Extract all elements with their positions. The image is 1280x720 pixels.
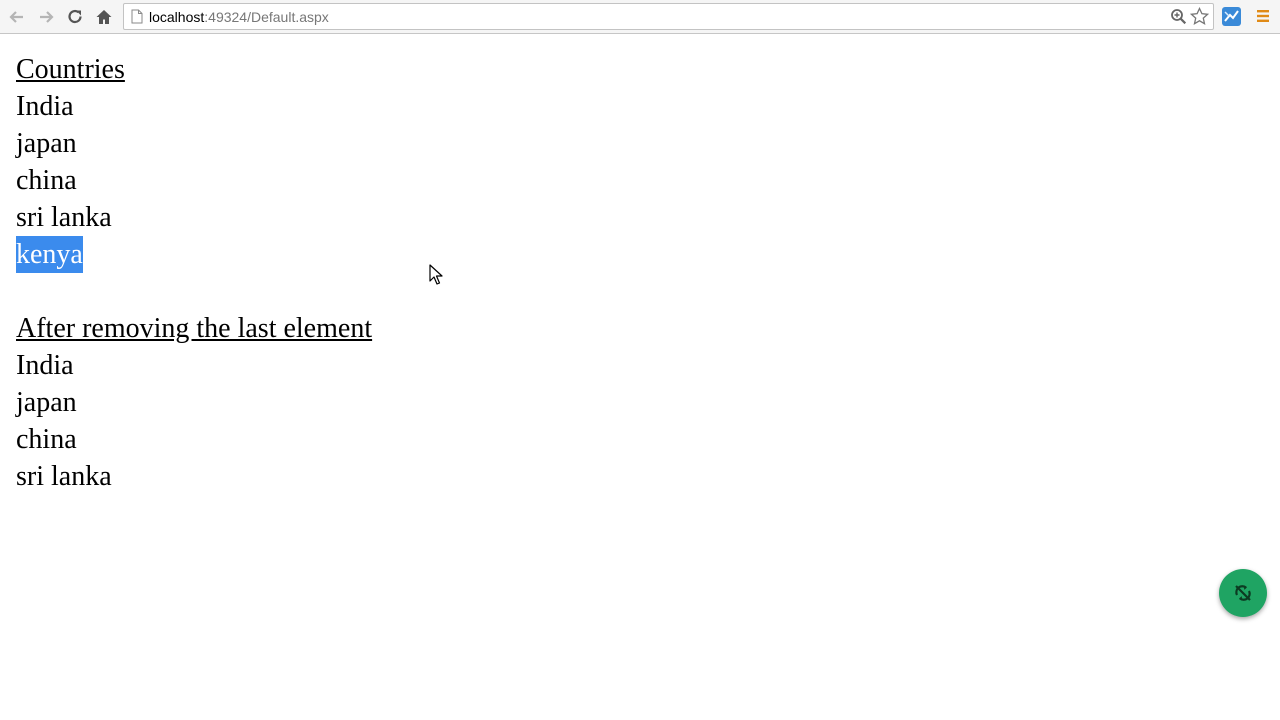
star-icon[interactable]: [1190, 7, 1209, 26]
remaining-item: japan: [16, 387, 77, 418]
sync-off-icon: [1235, 585, 1251, 601]
magnifier-icon[interactable]: [1170, 8, 1187, 25]
remaining-item: sri lanka: [16, 461, 112, 492]
country-item: sri lanka: [16, 202, 112, 233]
mouse-cursor-icon: [429, 264, 443, 285]
sync-button[interactable]: [1219, 569, 1267, 617]
country-item: India: [16, 91, 74, 122]
home-button[interactable]: [92, 5, 116, 29]
arrow-left-icon: [9, 11, 23, 23]
reload-icon: [68, 9, 82, 24]
remaining-item: china: [16, 424, 77, 455]
hamburger-icon[interactable]: [1256, 9, 1270, 23]
arrow-right-icon: [40, 11, 54, 23]
home-icon: [96, 10, 112, 24]
reload-button[interactable]: [63, 5, 87, 29]
url-text[interactable]: localhost:49324/Default.aspx: [149, 9, 329, 25]
url-host: localhost: [149, 9, 205, 25]
back-button[interactable]: [5, 5, 29, 29]
browser-toolbar: localhost:49324/Default.aspx: [0, 0, 1280, 34]
country-item: china: [16, 165, 77, 196]
forward-button[interactable]: [34, 5, 58, 29]
address-bar[interactable]: localhost:49324/Default.aspx: [123, 3, 1214, 30]
country-item: japan: [16, 128, 77, 159]
remaining-item: India: [16, 350, 74, 381]
page-content: Countries India japan china sri lanka ke…: [16, 51, 372, 495]
extension-icon[interactable]: [1221, 6, 1242, 27]
url-path: :49324/Default.aspx: [204, 9, 329, 25]
selected-text: kenya: [16, 236, 83, 273]
page-icon: [131, 9, 143, 24]
country-item-selected: kenya: [16, 236, 372, 273]
result-heading: After removing the last element: [16, 313, 373, 344]
countries-heading: Countries: [16, 54, 125, 85]
